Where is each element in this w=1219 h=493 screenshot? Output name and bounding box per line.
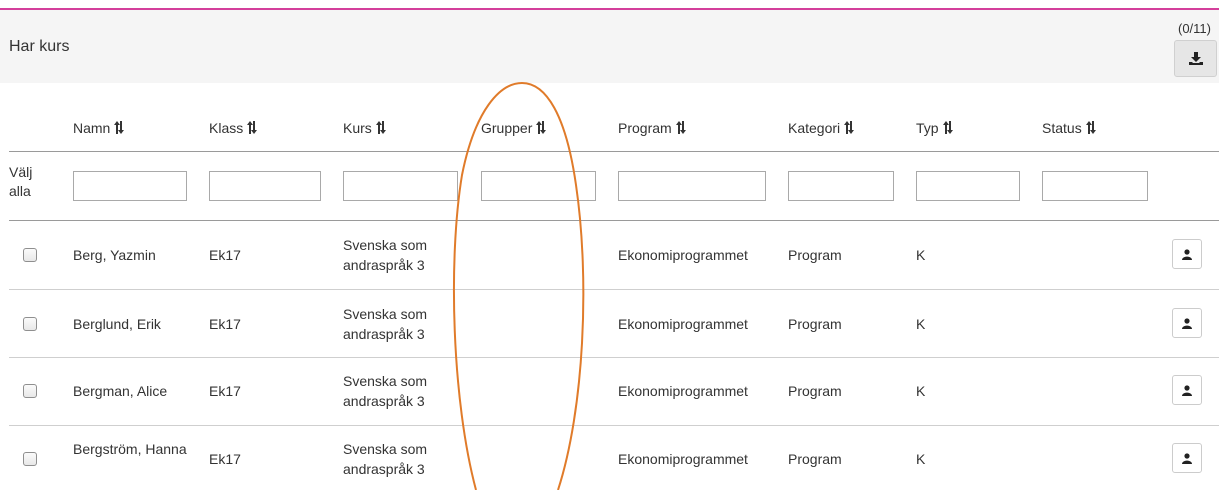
sort-icon	[942, 121, 953, 134]
table-row: Bergman, Alice Ek17 Svenska som andraspr…	[0, 357, 1219, 425]
person-icon	[1182, 452, 1192, 464]
cell-program: Ekonomiprogrammet	[618, 383, 748, 399]
column-header-klass[interactable]: Klass	[209, 120, 258, 136]
student-profile-button[interactable]	[1172, 239, 1202, 269]
cell-kategori: Program	[788, 247, 842, 263]
cell-namn: Berglund, Erik	[73, 316, 161, 332]
cell-typ: K	[916, 247, 926, 263]
column-header-kategori[interactable]: Kategori	[788, 120, 855, 136]
column-header-namn[interactable]: Namn	[73, 120, 125, 136]
student-profile-button[interactable]	[1172, 308, 1202, 338]
cell-typ: K	[916, 451, 926, 467]
student-profile-button[interactable]	[1172, 443, 1202, 473]
sort-icon	[844, 121, 855, 134]
download-icon	[1188, 52, 1203, 65]
sort-icon	[375, 121, 386, 134]
sort-icon	[675, 121, 686, 134]
sort-icon	[114, 121, 125, 134]
filter-kategori-input[interactable]	[788, 171, 894, 201]
column-header-status[interactable]: Status	[1042, 120, 1096, 136]
filter-namn-input[interactable]	[73, 171, 187, 201]
column-header-grupper[interactable]: Grupper	[481, 120, 547, 136]
sort-icon	[247, 121, 258, 134]
person-icon	[1182, 317, 1192, 329]
table-row: Bergström, Hanna Ek17 Svenska som andras…	[0, 425, 1219, 493]
download-button[interactable]	[1174, 40, 1217, 77]
row-checkbox[interactable]	[23, 384, 37, 398]
column-header-typ[interactable]: Typ	[916, 120, 953, 136]
sort-icon	[1085, 121, 1096, 134]
cell-namn: Bergström, Hanna	[73, 441, 187, 457]
cell-klass: Ek17	[209, 316, 241, 332]
panel-title: Har kurs	[9, 38, 70, 55]
cell-namn: Bergman, Alice	[73, 383, 168, 399]
cell-kategori: Program	[788, 316, 842, 332]
cell-program: Ekonomiprogrammet	[618, 316, 748, 332]
select-all-label[interactable]: Välj alla	[9, 163, 49, 201]
person-icon	[1182, 248, 1192, 260]
person-icon	[1182, 384, 1192, 396]
cell-kurs: Svenska som andraspråk 3	[343, 441, 428, 477]
row-checkbox[interactable]	[23, 248, 37, 262]
row-checkbox[interactable]	[23, 317, 37, 331]
cell-typ: K	[916, 316, 926, 332]
cell-kategori: Program	[788, 451, 842, 467]
cell-kurs: Svenska som andraspråk 3	[343, 237, 428, 273]
filter-klass-input[interactable]	[209, 171, 321, 201]
cell-klass: Ek17	[209, 383, 241, 399]
filter-typ-input[interactable]	[916, 171, 1020, 201]
cell-namn: Berg, Yazmin	[73, 247, 156, 263]
panel-header: Har kurs (0/11)	[0, 10, 1219, 83]
selection-count: (0/11)	[1178, 21, 1211, 36]
cell-typ: K	[916, 383, 926, 399]
cell-kurs: Svenska som andraspråk 3	[343, 306, 428, 342]
row-checkbox[interactable]	[23, 452, 37, 466]
cell-klass: Ek17	[209, 451, 241, 467]
column-header-kurs[interactable]: Kurs	[343, 120, 386, 136]
table-row: Berglund, Erik Ek17 Svenska som andraspr…	[0, 290, 1219, 358]
filter-kurs-input[interactable]	[343, 171, 458, 201]
table-row: Berg, Yazmin Ek17 Svenska som andraspråk…	[0, 221, 1219, 289]
cell-kategori: Program	[788, 383, 842, 399]
column-header-program[interactable]: Program	[618, 120, 686, 136]
sort-icon	[536, 121, 547, 134]
student-profile-button[interactable]	[1172, 375, 1202, 405]
header-divider	[9, 151, 1219, 152]
cell-klass: Ek17	[209, 247, 241, 263]
filter-program-input[interactable]	[618, 171, 766, 201]
cell-program: Ekonomiprogrammet	[618, 247, 748, 263]
cell-program: Ekonomiprogrammet	[618, 451, 748, 467]
filter-status-input[interactable]	[1042, 171, 1148, 201]
cell-kurs: Svenska som andraspråk 3	[343, 373, 428, 409]
filter-grupper-input[interactable]	[481, 171, 596, 201]
